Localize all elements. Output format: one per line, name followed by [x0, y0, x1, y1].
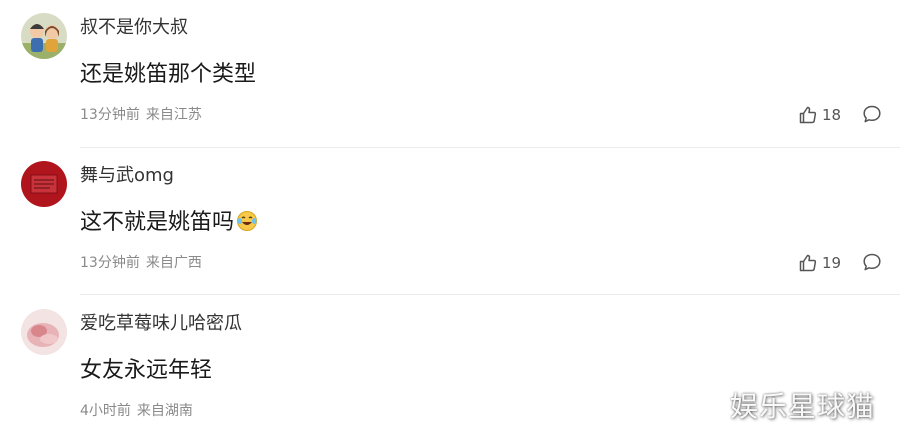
- reply-button[interactable]: [862, 252, 882, 272]
- watermark: 娱乐星球猫: [730, 390, 876, 423]
- comment-bubble-icon: [862, 104, 882, 124]
- like-count: 18: [822, 106, 842, 124]
- comment-time: 13分钟前: [80, 255, 140, 271]
- comment-meta: 4小时前 来自湖南: [80, 401, 193, 421]
- comment-meta: 13分钟前 来自江苏: [80, 105, 202, 125]
- laughing-tears-emoji-icon: [236, 210, 258, 241]
- comment-meta: 13分钟前 来自广西: [80, 253, 202, 273]
- comment-location: 来自湖南: [136, 403, 193, 419]
- divider: [80, 294, 900, 295]
- comment-text: 还是姚笛那个类型: [80, 62, 257, 87]
- comment-location: 来自江苏: [145, 107, 202, 123]
- comment-text-body: 这不就是姚笛吗: [80, 210, 235, 235]
- like-count: 19: [822, 254, 842, 272]
- comment-bubble-icon: [862, 252, 882, 272]
- comment-item: 舞与武omg 这不就是姚笛吗 13分钟前 来自广西 19: [0, 148, 900, 296]
- avatar[interactable]: [21, 161, 67, 207]
- avatar[interactable]: [21, 309, 67, 355]
- thumbs-up-icon: [798, 253, 822, 273]
- avatar[interactable]: [21, 13, 67, 59]
- comment-time: 13分钟前: [80, 107, 140, 123]
- like-button[interactable]: 19: [798, 251, 841, 275]
- comment-location: 来自广西: [145, 255, 202, 271]
- comment-text: 女友永远年轻: [80, 358, 213, 383]
- comment-time: 4小时前: [80, 403, 131, 419]
- reply-button[interactable]: [862, 104, 882, 124]
- comment-username[interactable]: 叔不是你大叔: [80, 16, 188, 40]
- thumbs-up-icon: [798, 105, 822, 125]
- comment-username[interactable]: 爱吃草莓味儿哈密瓜: [80, 312, 242, 336]
- like-button[interactable]: 18: [798, 103, 841, 127]
- comment-text: 这不就是姚笛吗: [80, 208, 258, 241]
- comment-item: 叔不是你大叔 还是姚笛那个类型 13分钟前 来自江苏 18: [0, 0, 900, 148]
- comment-username[interactable]: 舞与武omg: [80, 164, 174, 188]
